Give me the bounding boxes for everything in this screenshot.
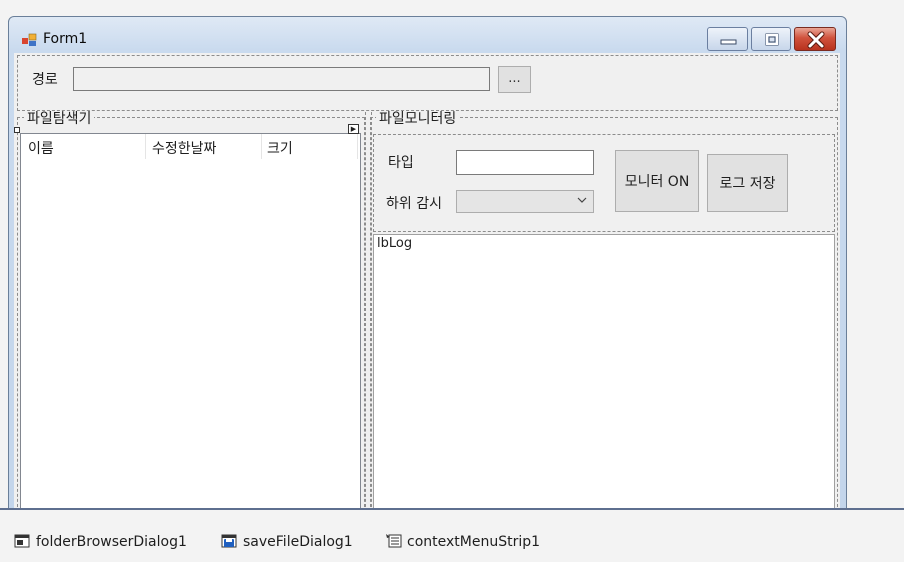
- folder-dialog-icon: [14, 534, 30, 548]
- tray-item-context-menu[interactable]: contextMenuStrip1: [407, 534, 540, 550]
- column-divider[interactable]: [261, 134, 262, 159]
- path-input[interactable]: [73, 67, 490, 91]
- context-menu-icon: [386, 534, 402, 548]
- column-divider[interactable]: [145, 134, 146, 159]
- type-input[interactable]: [456, 150, 594, 175]
- subdirectory-label: 하위 감시: [386, 196, 442, 212]
- column-divider[interactable]: [357, 134, 358, 159]
- monitor-on-button[interactable]: 모니터 ON: [615, 150, 699, 212]
- form-icon: [22, 33, 37, 46]
- file-list-view[interactable]: [20, 133, 361, 517]
- close-button[interactable]: [794, 27, 836, 51]
- column-header-size[interactable]: 크기: [267, 138, 293, 158]
- monitor-group-title: 파일모니터링: [376, 111, 460, 127]
- resize-handle[interactable]: [14, 127, 20, 133]
- save-log-button[interactable]: 로그 저장: [707, 154, 788, 212]
- type-label: 타입: [388, 155, 414, 171]
- tray-item-save-file[interactable]: saveFileDialog1: [243, 534, 353, 550]
- browse-button[interactable]: ...: [498, 66, 531, 93]
- log-list[interactable]: [373, 234, 835, 517]
- window-title: Form1: [43, 31, 88, 47]
- smart-tag-icon[interactable]: ▶: [348, 124, 359, 134]
- path-label: 경로: [32, 72, 58, 88]
- maximize-button[interactable]: [751, 27, 791, 51]
- close-icon: [807, 31, 825, 49]
- save-dialog-icon: [221, 534, 237, 548]
- tray-item-folder-browser[interactable]: folderBrowserDialog1: [36, 534, 187, 550]
- chevron-down-icon: [577, 197, 587, 203]
- minimize-icon: [720, 39, 737, 45]
- column-header-modified[interactable]: 수정한날짜: [152, 138, 216, 158]
- minimize-button[interactable]: [707, 27, 748, 51]
- maximize-icon: [765, 33, 779, 46]
- subdirectory-select[interactable]: [456, 190, 594, 213]
- column-header-name[interactable]: 이름: [28, 138, 54, 158]
- explorer-group-title: 파일탐색기: [24, 111, 95, 127]
- log-label: lbLog: [377, 236, 413, 251]
